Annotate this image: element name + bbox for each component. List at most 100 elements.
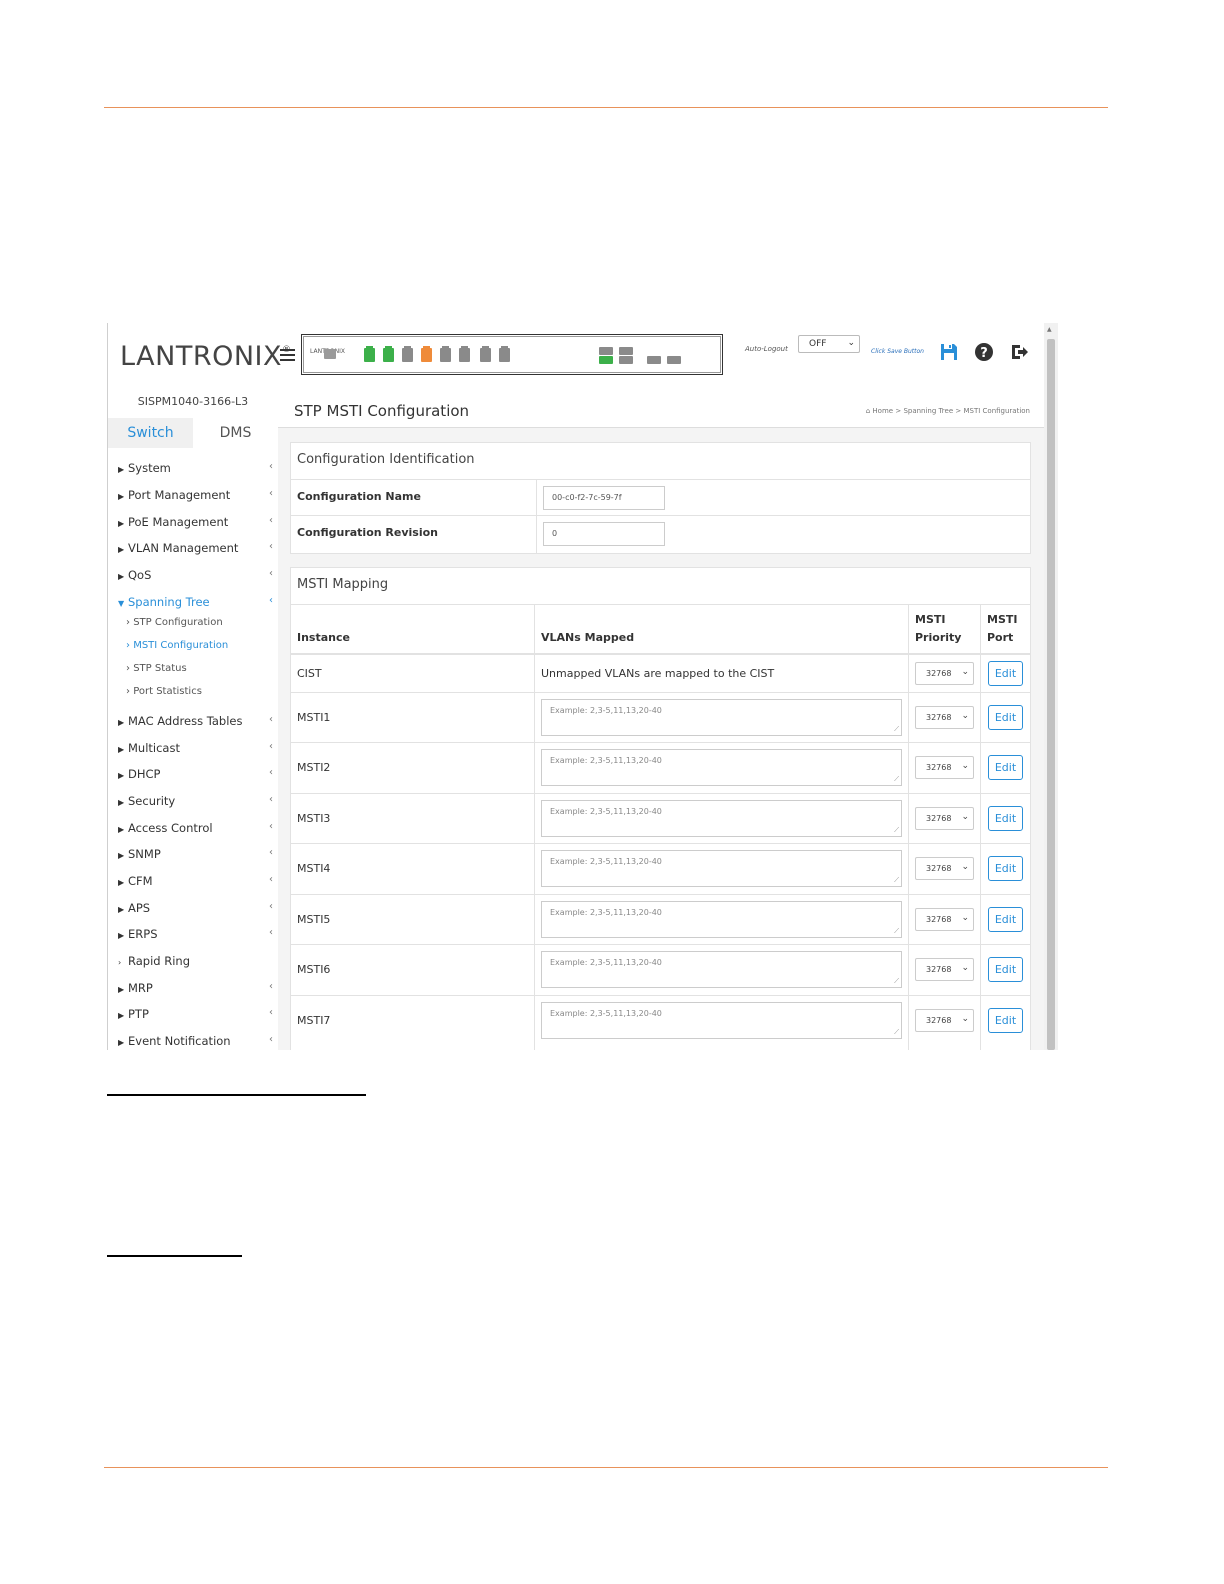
port-icon[interactable] xyxy=(364,346,375,362)
port-icon[interactable] xyxy=(619,356,633,364)
tab-dms[interactable]: DMS xyxy=(193,418,278,448)
port-icon[interactable] xyxy=(440,346,451,362)
vertical-scrollbar[interactable]: ▲ xyxy=(1044,323,1058,1050)
edit-button[interactable]: Edit xyxy=(988,661,1023,686)
resize-handle-icon[interactable]: ⟋ xyxy=(894,725,899,734)
table-row: MSTI7 Example: 2,3-5,11,13,20-40 ⟋ 32768 ⌄… xyxy=(291,995,1030,1050)
priority-value: 32768 xyxy=(926,965,952,974)
port-icon[interactable] xyxy=(421,346,432,362)
port-icon[interactable] xyxy=(459,346,470,362)
sidebar-subitem-msti-configuration[interactable]: › MSTI Configuration xyxy=(126,640,228,651)
sidebar-item-mac-address-tables[interactable]: ▶ MAC Address Tables ‹ xyxy=(118,714,273,732)
sidebar-item-port-management[interactable]: ▶ Port Management ‹ xyxy=(118,488,273,506)
msti-priority-select[interactable]: 32768 ⌄ xyxy=(915,756,974,779)
edit-button[interactable]: Edit xyxy=(988,806,1023,831)
table-row: MSTI2 Example: 2,3-5,11,13,20-40 ⟋ 32768 ⌄… xyxy=(291,742,1030,794)
port-icon[interactable] xyxy=(480,346,491,362)
resize-handle-icon[interactable]: ⟋ xyxy=(894,876,899,885)
auto-logout-select[interactable]: OFF ⌄ xyxy=(798,335,860,353)
resize-handle-icon[interactable]: ⟋ xyxy=(894,927,899,936)
sidebar-item-event-notification[interactable]: ▶ Event Notification ‹ xyxy=(118,1034,273,1050)
sidebar-item-spanning-tree[interactable]: ▼ Spanning Tree ‹ xyxy=(118,595,273,613)
resize-handle-icon[interactable]: ⟋ xyxy=(894,775,899,784)
edit-button[interactable]: Edit xyxy=(988,705,1023,730)
sidebar-item-aps[interactable]: ▶ APS ‹ xyxy=(118,901,273,919)
breadcrumb-home[interactable]: Home xyxy=(872,407,893,415)
page-bottom-rule xyxy=(104,1467,1108,1468)
sidebar-subitem-stp-status[interactable]: › STP Status xyxy=(126,663,187,674)
vlans-mapped-textarea[interactable]: Example: 2,3-5,11,13,20-40 ⟋ xyxy=(541,749,902,786)
edit-button[interactable]: Edit xyxy=(988,907,1023,932)
table-row: MSTI1 Example: 2,3-5,11,13,20-40 ⟋ 32768 ⌄… xyxy=(291,692,1030,743)
sidebar-item-system[interactable]: ▶ System ‹ xyxy=(118,461,273,479)
vlans-mapped-textarea[interactable]: Example: 2,3-5,11,13,20-40 ⟋ xyxy=(541,800,902,837)
resize-handle-icon[interactable]: ⟋ xyxy=(894,1028,899,1037)
sidebar-item-qos[interactable]: ▶ QoS ‹ xyxy=(118,568,273,586)
sidebar-item-vlan-management[interactable]: ▶ VLAN Management ‹ xyxy=(118,541,273,559)
config-identification-card: Configuration Identification Configurati… xyxy=(290,442,1031,554)
port-icon[interactable] xyxy=(619,347,633,355)
home-icon[interactable]: ⌂ xyxy=(866,407,870,415)
vlans-mapped-textarea[interactable]: Example: 2,3-5,11,13,20-40 ⟋ xyxy=(541,1002,902,1039)
port-icon[interactable] xyxy=(647,356,661,364)
save-icon[interactable] xyxy=(939,342,959,362)
vlans-mapped-textarea[interactable]: Example: 2,3-5,11,13,20-40 ⟋ xyxy=(541,699,902,736)
sidebar-item-ptp[interactable]: ▶ PTP ‹ xyxy=(118,1007,273,1025)
msti-priority-select[interactable]: 32768 ⌄ xyxy=(915,857,974,880)
msti-priority-select[interactable]: 32768 ⌄ xyxy=(915,1009,974,1032)
header-msti-priority: MSTI Priority xyxy=(915,613,962,644)
port-icon[interactable] xyxy=(667,356,681,364)
resize-handle-icon[interactable]: ⟋ xyxy=(894,977,899,986)
caret-right-icon: ▶ xyxy=(118,519,125,528)
vlans-mapped-textarea[interactable]: Example: 2,3-5,11,13,20-40 ⟋ xyxy=(541,901,902,938)
logout-icon[interactable] xyxy=(1009,342,1029,362)
sidebar-item-cfm[interactable]: ▶ CFM ‹ xyxy=(118,874,273,892)
sidebar-item-label: QoS xyxy=(128,568,152,582)
resize-handle-icon[interactable]: ⟋ xyxy=(894,826,899,835)
port-icon[interactable] xyxy=(499,346,510,362)
tab-switch[interactable]: Switch xyxy=(108,418,193,448)
msti-table: Instance VLANs Mapped MSTI Priority MSTI… xyxy=(291,604,1030,1050)
sidebar-item-access-control[interactable]: ▶ Access Control ‹ xyxy=(118,821,273,839)
msti-priority-select[interactable]: 32768 ⌄ xyxy=(915,706,974,729)
port-icon[interactable] xyxy=(599,356,613,364)
port-icon[interactable] xyxy=(402,346,413,362)
caret-right-icon: ▶ xyxy=(118,1011,125,1020)
vlans-mapped-textarea[interactable]: Example: 2,3-5,11,13,20-40 ⟋ xyxy=(541,951,902,988)
hamburger-menu-icon[interactable] xyxy=(280,349,295,364)
sidebar-item-rapid-ring[interactable]: › Rapid Ring xyxy=(118,954,273,972)
vlans-mapped-textarea[interactable]: Example: 2,3-5,11,13,20-40 ⟋ xyxy=(541,850,902,887)
sidebar-subitem-stp-configuration[interactable]: › STP Configuration xyxy=(126,617,223,628)
edit-button[interactable]: Edit xyxy=(988,1008,1023,1033)
sidebar-item-dhcp[interactable]: ▶ DHCP ‹ xyxy=(118,767,273,785)
port-icon[interactable] xyxy=(324,349,336,359)
config-name-input[interactable]: 00-c0-f2-7c-59-7f xyxy=(543,486,665,510)
help-icon[interactable]: ? xyxy=(974,342,994,362)
switch-panel[interactable]: LANTRONIX xyxy=(301,334,723,375)
port-icon[interactable] xyxy=(383,346,394,362)
device-name: SISPM1040-3166-L3 xyxy=(137,395,249,408)
sidebar-item-snmp[interactable]: ▶ SNMP ‹ xyxy=(118,847,273,865)
sidebar-item-poe-management[interactable]: ▶ PoE Management ‹ xyxy=(118,515,273,533)
breadcrumb-separator: > xyxy=(895,407,902,415)
edit-button[interactable]: Edit xyxy=(988,856,1023,881)
scrollbar-thumb[interactable] xyxy=(1047,339,1055,1050)
port-icon[interactable] xyxy=(599,347,613,355)
msti-priority-select[interactable]: 32768 ⌄ xyxy=(915,807,974,830)
scroll-up-icon[interactable]: ▲ xyxy=(1047,326,1052,333)
sidebar-subitem-label: STP Status xyxy=(133,663,187,674)
sidebar-item-mrp[interactable]: ▶ MRP ‹ xyxy=(118,981,273,999)
textarea-placeholder: Example: 2,3-5,11,13,20-40 xyxy=(550,807,662,816)
sidebar-item-security[interactable]: ▶ Security ‹ xyxy=(118,794,273,812)
msti-priority-select[interactable]: 32768 ⌄ xyxy=(915,662,974,685)
priority-value: 32768 xyxy=(926,669,952,678)
msti-priority-select[interactable]: 32768 ⌄ xyxy=(915,958,974,981)
edit-button[interactable]: Edit xyxy=(988,957,1023,982)
msti-priority-select[interactable]: 32768 ⌄ xyxy=(915,908,974,931)
edit-button[interactable]: Edit xyxy=(988,755,1023,780)
sidebar-subitem-port-statistics[interactable]: › Port Statistics xyxy=(126,686,202,697)
config-revision-input[interactable]: 0 xyxy=(543,522,665,546)
sidebar-item-erps[interactable]: ▶ ERPS ‹ xyxy=(118,927,273,945)
sidebar-item-multicast[interactable]: ▶ Multicast ‹ xyxy=(118,741,273,759)
breadcrumb-spanning-tree[interactable]: Spanning Tree xyxy=(903,407,953,415)
